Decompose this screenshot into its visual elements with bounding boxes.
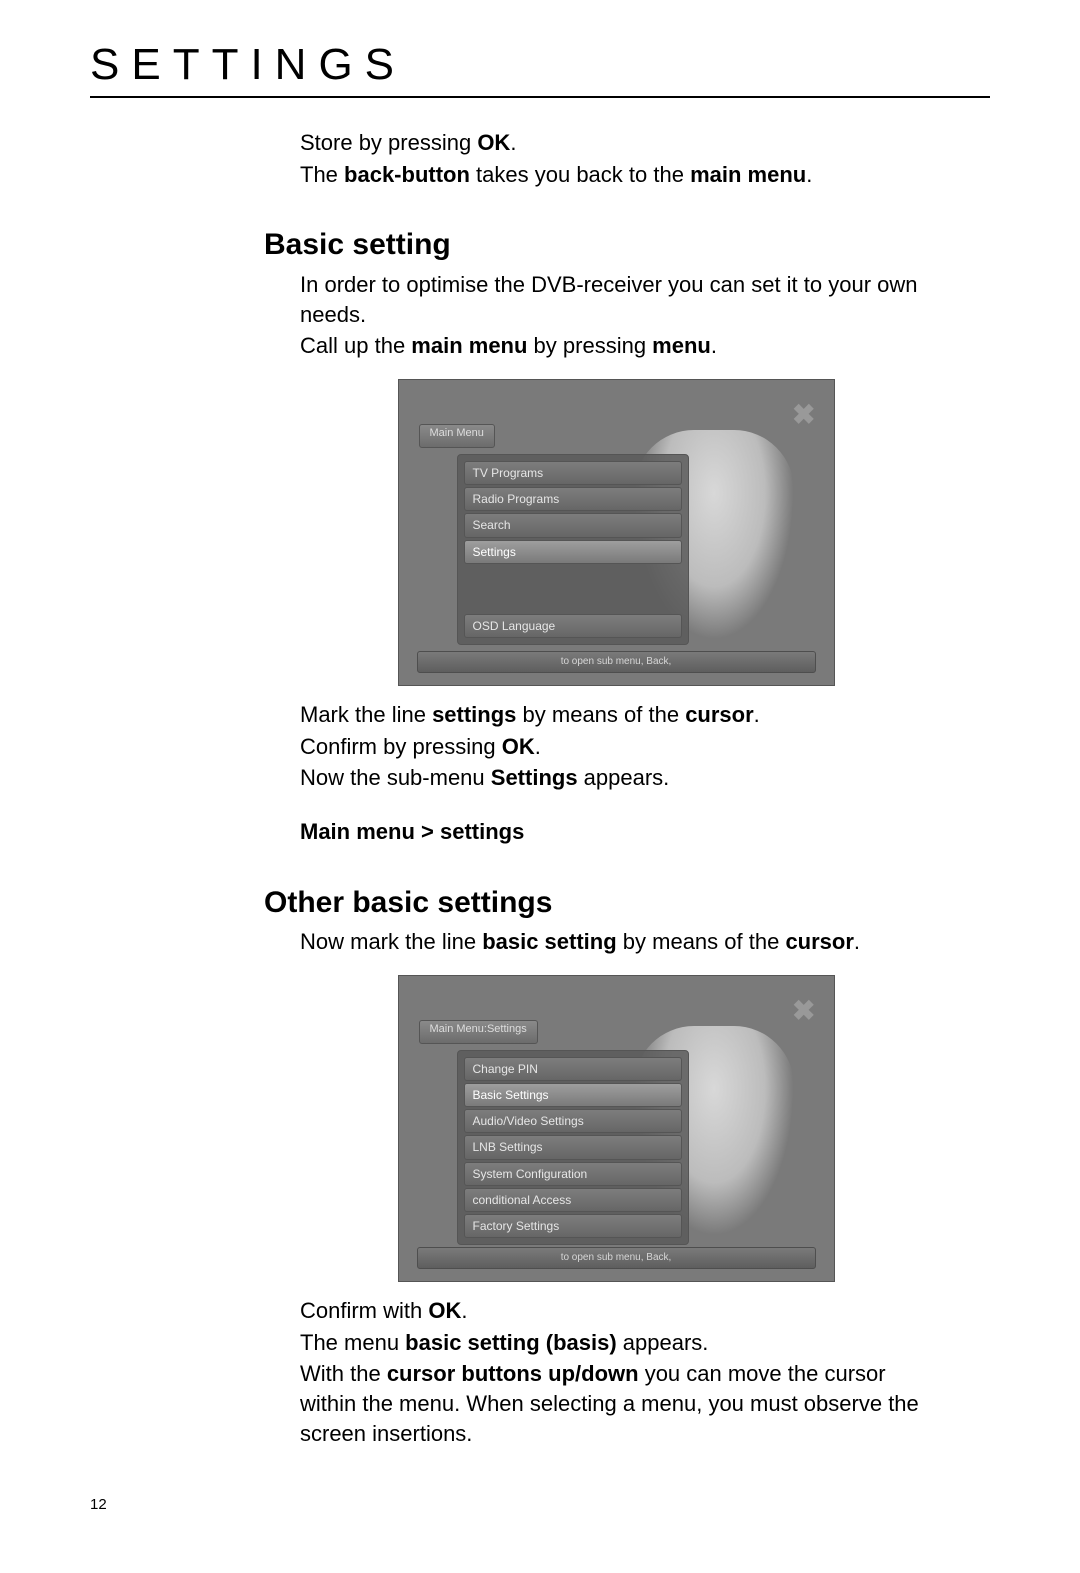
text: Confirm by pressing (300, 734, 502, 759)
paragraph: Now mark the line basic setting by means… (300, 927, 930, 957)
osd-menu-item: Basic Settings (464, 1083, 682, 1107)
text: Mark the line (300, 702, 432, 727)
osd-footer: to open sub menu, Back, (417, 651, 816, 673)
osd-menu-item: Search (464, 513, 682, 537)
text: appears. (578, 765, 670, 790)
breadcrumb: Main Menu:Settings (419, 1020, 538, 1044)
bold-cursor-buttons: cursor buttons up/down (387, 1361, 639, 1386)
bold-main-menu: main menu (690, 162, 806, 187)
text: . (510, 130, 516, 155)
content-column: Store by pressing OK. The back-button ta… (90, 128, 990, 1448)
osd-menu-item: conditional Access (464, 1188, 682, 1212)
breadcrumb-label: Main menu > settings (300, 817, 930, 847)
text: Call up the (300, 333, 411, 358)
osd-menu: TV ProgramsRadio ProgramsSearch Settings O… (457, 454, 689, 645)
screenshot-settings-menu: ✖ Main Menu:Settings Change PINBasic Set… (398, 975, 833, 1282)
osd-footer: to open sub menu, Back, (417, 1247, 816, 1269)
intro-line-2: The back-button takes you back to the ma… (300, 160, 930, 190)
bold-back-button: back-button (344, 162, 470, 187)
text: . (754, 702, 760, 727)
bold-menu: menu (652, 333, 711, 358)
paragraph: Mark the line settings by means of the c… (300, 700, 930, 730)
osd-menu-item: System Configuration (464, 1162, 682, 1186)
bold-ok: OK (502, 734, 535, 759)
text: . (854, 929, 860, 954)
text: . (806, 162, 812, 187)
bold-basic-setting: basic setting (482, 929, 616, 954)
paragraph: Confirm by pressing OK. (300, 732, 930, 762)
page-number: 12 (90, 1496, 990, 1513)
text: Now the sub-menu (300, 765, 491, 790)
osd-menu-item: Settings (464, 540, 682, 564)
paragraph: Confirm with OK. (300, 1296, 930, 1326)
page-title: SETTINGS (90, 40, 990, 90)
bold-main-menu: main menu (411, 333, 527, 358)
bold-basic-setting-basis: basic setting (basis) (405, 1330, 617, 1355)
text: The menu (300, 1330, 405, 1355)
intro-line-1: Store by pressing OK. (300, 128, 930, 158)
osd-menu: Change PINBasic SettingsAudio/Video Sett… (457, 1050, 689, 1245)
paragraph: Call up the main menu by pressing menu. (300, 331, 930, 361)
osd-menu-item: LNB Settings (464, 1135, 682, 1159)
osd-menu-item: Audio/Video Settings (464, 1109, 682, 1133)
osd-menu-item: Change PIN (464, 1057, 682, 1081)
osd-menu-item: Radio Programs (464, 487, 682, 511)
text: . (461, 1298, 467, 1323)
text: With the (300, 1361, 387, 1386)
divider (90, 96, 990, 98)
text: by means of the (516, 702, 685, 727)
paragraph: In order to optimise the DVB-receiver yo… (300, 270, 930, 329)
text: by pressing (527, 333, 652, 358)
osd-menu-item: OSD Language (464, 614, 682, 638)
paragraph: With the cursor buttons up/down you can … (300, 1359, 930, 1448)
bold-settings: Settings (491, 765, 578, 790)
osd-menu-item: TV Programs (464, 461, 682, 485)
section-heading-other-basic-settings: Other basic settings (264, 883, 930, 924)
text: takes you back to the (470, 162, 690, 187)
screenshot-main-menu: ✖ Main Menu TV ProgramsRadio ProgramsSea… (398, 379, 833, 686)
bold-cursor: cursor (785, 929, 853, 954)
paragraph: The menu basic setting (basis) appears. (300, 1328, 930, 1358)
text: . (535, 734, 541, 759)
bold-cursor: cursor (685, 702, 753, 727)
bold-settings: settings (432, 702, 516, 727)
breadcrumb: Main Menu (419, 424, 495, 448)
text: Now mark the line (300, 929, 482, 954)
osd-menu-item: Factory Settings (464, 1214, 682, 1238)
text: Confirm with (300, 1298, 428, 1323)
text: by means of the (617, 929, 786, 954)
section-heading-basic-setting: Basic setting (264, 225, 930, 266)
paragraph: Now the sub-menu Settings appears. (300, 763, 930, 793)
text: . (711, 333, 717, 358)
bold-ok: OK (428, 1298, 461, 1323)
text: appears. (617, 1330, 709, 1355)
logo-icon: ✖ (792, 992, 815, 1030)
logo-icon: ✖ (792, 396, 815, 434)
text: The (300, 162, 344, 187)
text: Store by pressing (300, 130, 477, 155)
bold-ok: OK (477, 130, 510, 155)
